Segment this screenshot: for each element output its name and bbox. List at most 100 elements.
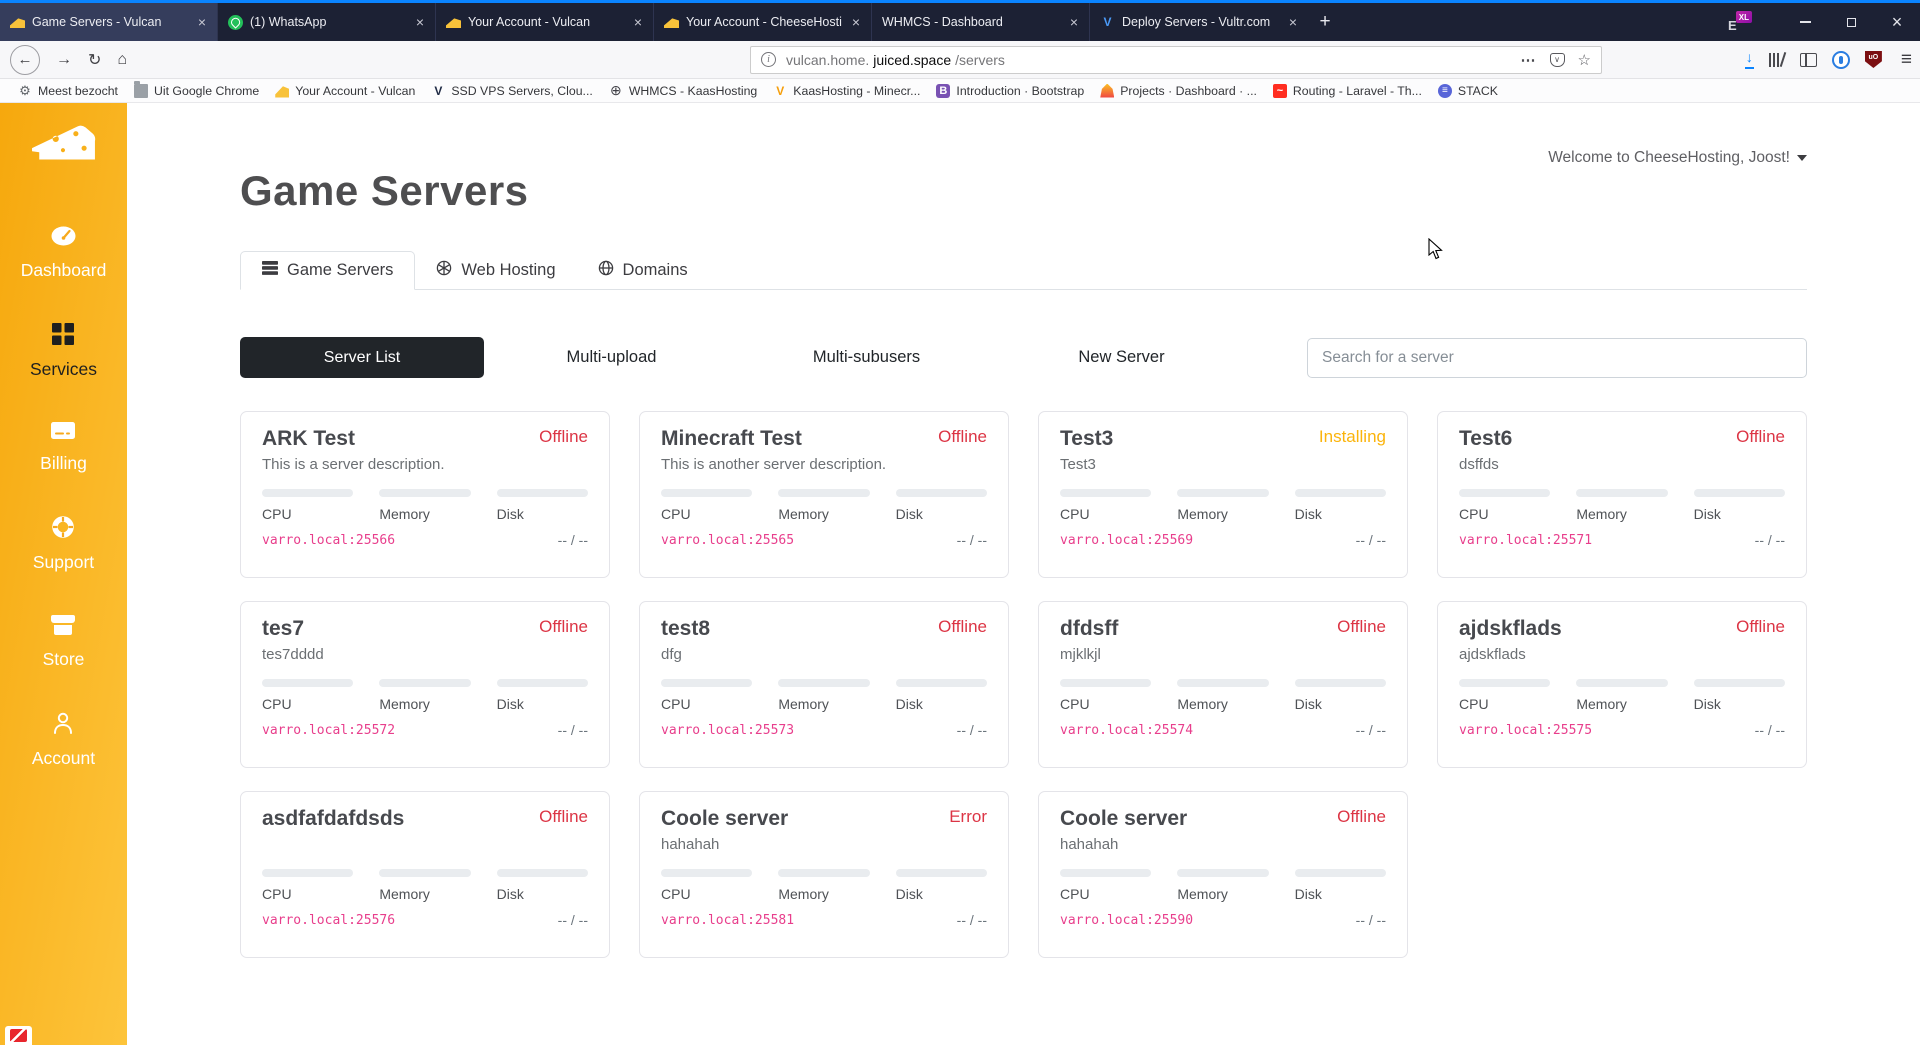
tab-close-icon[interactable]: × [1285, 14, 1301, 30]
new-tab-button[interactable]: + [1308, 3, 1342, 41]
server-address[interactable]: varro.local:25565 [661, 533, 794, 548]
browser-tab[interactable]: Your Account - Vulcan × [436, 3, 654, 41]
server-list-button[interactable]: Server List [240, 337, 484, 378]
server-address[interactable]: varro.local:25573 [661, 723, 794, 738]
tab-title: Your Account - CheeseHosting [686, 15, 842, 29]
bookmark-item[interactable]: Projects · Dashboard · ... [1092, 83, 1265, 98]
sidebar-item-services[interactable]: Services [30, 323, 97, 380]
metric-cpu: CPU [1459, 679, 1551, 712]
bookmark-item[interactable]: Routing - Laravel - Th... [1265, 83, 1430, 98]
tab-label: Game Servers [287, 261, 394, 279]
server-card[interactable]: Minecraft Test Offline This is another s… [639, 411, 1009, 578]
server-card[interactable]: Test3 Installing Test3 CPU Memory Disk v… [1038, 411, 1408, 578]
server-card[interactable]: tes7 Offline tes7dddd CPU Memory Disk va… [240, 601, 610, 768]
tab-close-icon[interactable]: × [630, 14, 646, 30]
cheese-logo-icon[interactable] [31, 121, 97, 170]
browser-tab[interactable]: (1) WhatsApp × [218, 3, 436, 41]
restore-icon [1846, 13, 1860, 27]
sidebar-item-billing[interactable]: Billing [40, 422, 87, 474]
bookmark-item[interactable]: WHMCS - KaasHosting [601, 84, 765, 98]
site-info-icon[interactable]: i [761, 52, 776, 67]
server-address[interactable]: varro.local:25574 [1060, 723, 1193, 738]
ublock-icon[interactable] [1864, 51, 1882, 68]
account-dropdown[interactable]: Welcome to CheeseHosting, Joost! [1548, 149, 1807, 167]
multi-upload-link[interactable]: Multi-upload [484, 348, 739, 367]
home-button[interactable]: ⌂ [117, 51, 127, 69]
server-card[interactable]: Test6 Offline dsffds CPU Memory Disk var… [1437, 411, 1807, 578]
minimize-button[interactable] [1782, 3, 1828, 41]
server-card[interactable]: Coole server Offline hahahah CPU Memory [1038, 791, 1408, 958]
restore-button[interactable] [1828, 3, 1874, 41]
xl-extension-icon[interactable]: E XL [1728, 11, 1752, 33]
multi-subusers-link[interactable]: Multi-subusers [739, 348, 994, 367]
tab-close-icon[interactable]: × [412, 14, 428, 30]
reload-button[interactable]: ↻ [88, 50, 101, 70]
server-metrics: CPU Memory Disk [661, 869, 987, 902]
server-card[interactable]: test8 Offline dfg CPU Memory Disk varro.… [639, 601, 1009, 768]
server-address[interactable]: varro.local:25581 [661, 913, 794, 928]
server-card[interactable]: ajdskflads Offline ajdskflads CPU Memory [1437, 601, 1807, 768]
bookmark-item[interactable]: SSD VPS Servers, Clou... [423, 84, 600, 98]
server-address[interactable]: varro.local:25572 [262, 723, 395, 738]
tab-favicon [10, 18, 25, 28]
forward-button[interactable]: → [56, 51, 72, 69]
sidebar-toggle-icon[interactable] [1799, 52, 1817, 67]
player-count: -- / -- [1754, 722, 1785, 738]
browser-tab[interactable]: Your Account - CheeseHosting × [654, 3, 872, 41]
bookmark-item[interactable]: KaasHosting - Minecr... [765, 84, 928, 98]
bookmark-item[interactable]: Uit Google Chrome [126, 80, 267, 98]
new-server-link[interactable]: New Server [994, 348, 1249, 367]
browser-tab[interactable]: Deploy Servers - Vultr.com × [1090, 3, 1308, 41]
browser-tab[interactable]: WHMCS - Dashboard × [872, 3, 1090, 41]
bookmark-item[interactable]: Your Account - Vulcan [267, 84, 423, 98]
sidebar-item-account[interactable]: Account [32, 712, 95, 769]
tab-web-hosting[interactable]: Web Hosting [415, 251, 576, 290]
disk-usage-bar [895, 869, 987, 877]
server-address[interactable]: varro.local:25575 [1459, 723, 1592, 738]
server-address[interactable]: varro.local:25566 [262, 533, 395, 548]
server-address[interactable]: varro.local:25571 [1459, 533, 1592, 548]
menu-icon[interactable]: ≡ [1901, 49, 1912, 71]
url-bar[interactable]: i vulcan.home.juiced.space/servers ⋯ ☆ [750, 45, 1602, 74]
metric-disk: Disk [895, 489, 987, 522]
bookmark-item[interactable]: Meest bezocht [10, 84, 126, 98]
tab-game-servers[interactable]: Game Servers [240, 251, 416, 290]
server-card[interactable]: Coole server Error hahahah CPU Memory Di… [639, 791, 1009, 958]
sidebar-item-support[interactable]: Support [33, 516, 94, 573]
metric-cpu: CPU [661, 869, 753, 902]
back-button[interactable]: ← [10, 44, 40, 75]
pocket-icon[interactable] [1549, 52, 1565, 67]
tab-close-icon[interactable]: × [194, 14, 210, 30]
server-card[interactable]: dfdsff Offline mjklkjl CPU Memory Disk v… [1038, 601, 1408, 768]
server-name: ARK Test [262, 427, 355, 450]
server-address[interactable]: varro.local:25590 [1060, 913, 1193, 928]
page-actions-icon[interactable]: ⋯ [1521, 51, 1537, 69]
onepassword-icon[interactable] [1831, 50, 1850, 69]
downloads-icon[interactable]: ↓ [1744, 49, 1754, 69]
memory-usage-bar [379, 869, 471, 877]
disk-usage-bar [895, 489, 987, 497]
sidebar-item-store[interactable]: Store [43, 615, 84, 670]
bookmark-item[interactable]: STACK [1430, 83, 1506, 98]
server-card[interactable]: ARK Test Offline This is a server descri… [240, 411, 610, 578]
tab-close-icon[interactable]: × [848, 14, 864, 30]
metric-memory: Memory [1177, 489, 1269, 522]
server-metrics: CPU Memory Disk [1060, 679, 1386, 712]
cpu-usage-bar [1060, 489, 1152, 497]
bookmark-item[interactable]: Introduction · Bootstrap [928, 83, 1092, 98]
library-icon[interactable] [1768, 52, 1785, 68]
server-address[interactable]: varro.local:25576 [262, 913, 395, 928]
bookmark-star-icon[interactable]: ☆ [1578, 51, 1591, 69]
close-button[interactable]: × [1874, 3, 1920, 41]
bookmark-label: KaasHosting - Minecr... [793, 83, 921, 98]
server-address[interactable]: varro.local:25569 [1060, 533, 1193, 548]
server-card[interactable]: asdfafdafdsds Offline CPU Memory Disk va… [240, 791, 610, 958]
tab-favicon [228, 14, 243, 30]
disk-label: Disk [895, 696, 923, 712]
sidebar-item-dashboard[interactable]: Dashboard [21, 226, 106, 281]
tab-domains[interactable]: Domains [577, 251, 709, 290]
tab-close-icon[interactable]: × [1066, 14, 1082, 30]
disk-usage-bar [895, 679, 987, 687]
search-input[interactable] [1307, 337, 1807, 378]
browser-tab[interactable]: Game Servers - Vulcan × [0, 3, 218, 41]
